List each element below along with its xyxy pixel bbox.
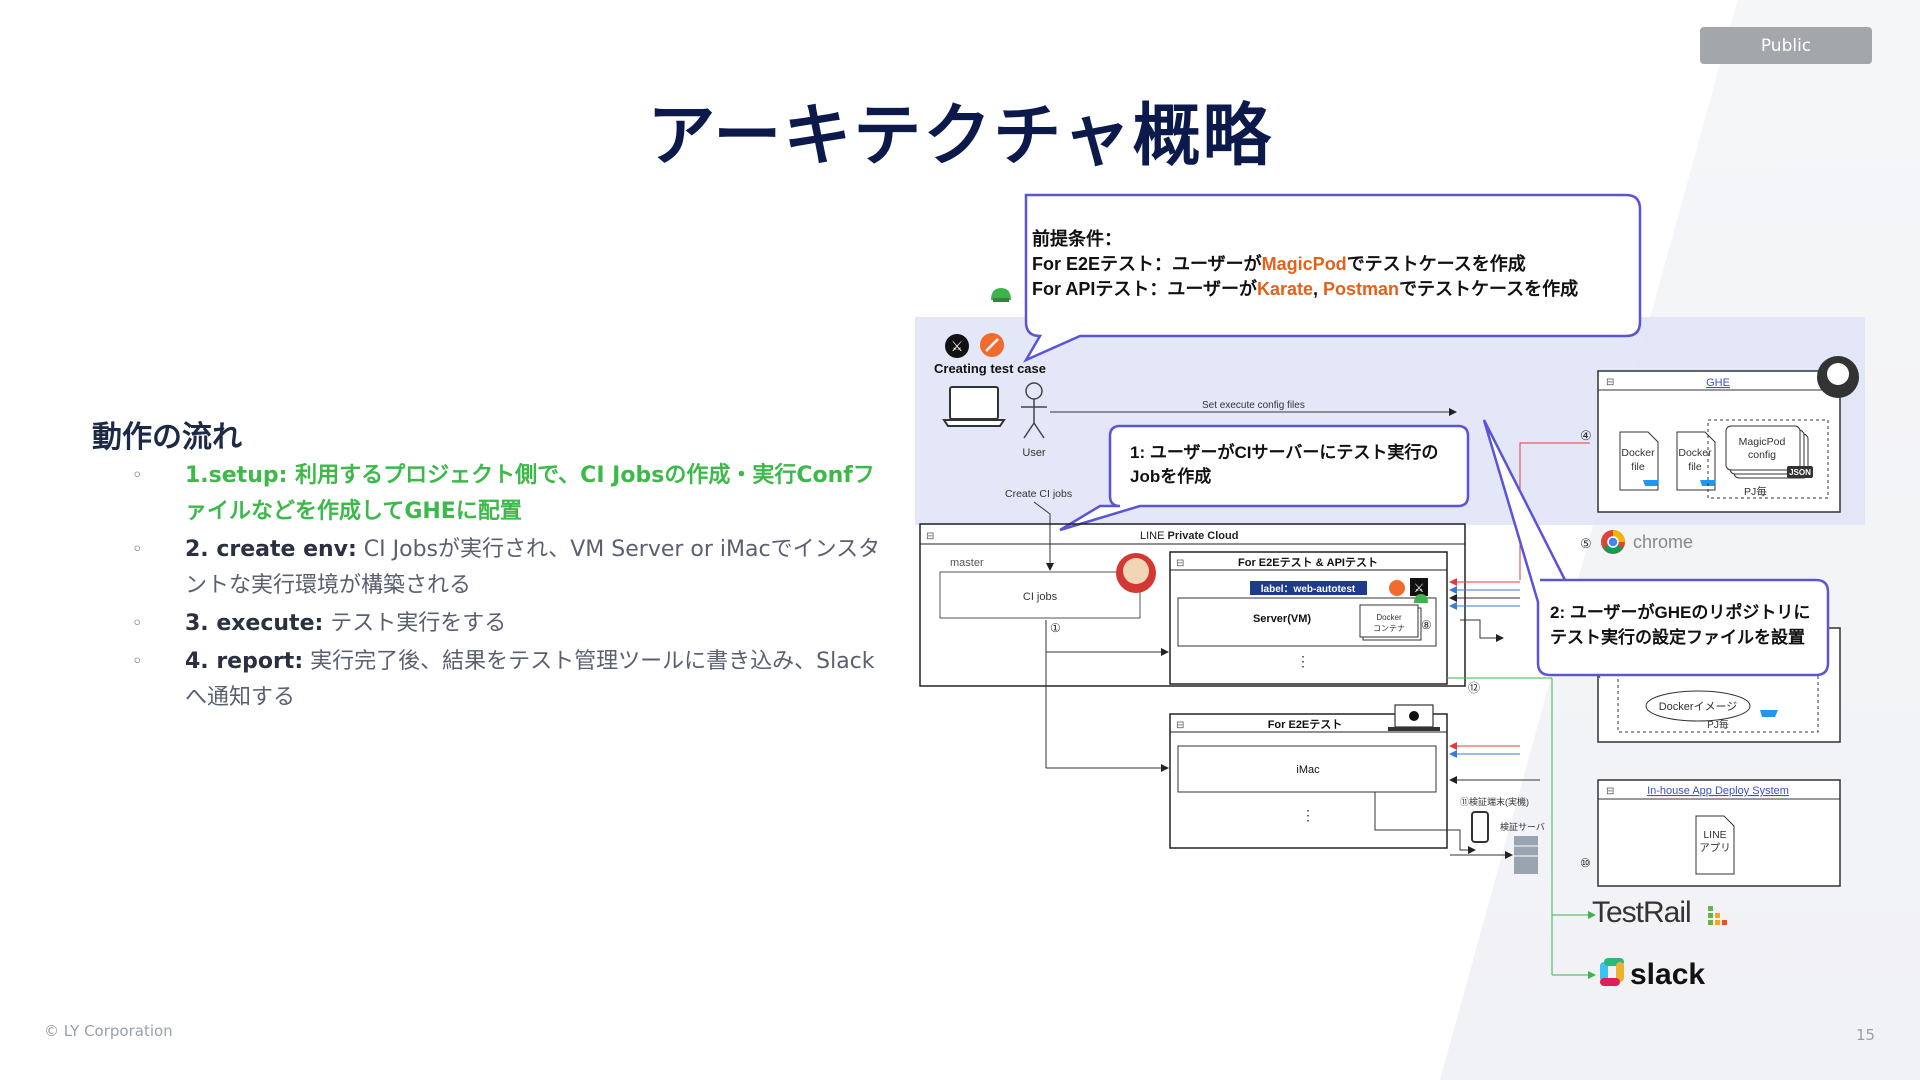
set-config-label: Set execute config files — [1202, 400, 1305, 411]
docker-image-pj: PJ毎 — [1707, 718, 1729, 731]
docker-file-1-a: Docker — [1621, 447, 1655, 459]
private-cloud-label: Private Cloud — [1168, 530, 1239, 542]
docker-file-2-b: file — [1688, 461, 1702, 473]
bullet-icon: ◦ — [132, 651, 143, 672]
callout-line-3c: , — [1313, 279, 1323, 299]
page-number: 15 — [1856, 1026, 1876, 1044]
bullet-icon: ◦ — [132, 539, 143, 560]
flow-item-text: 1.setup: 利用するプロジェクト側で、CI Jobsの作成・実行Confフ… — [185, 463, 875, 524]
docker-file-2-a: Docker — [1678, 447, 1712, 459]
chrome-icon — [1601, 530, 1625, 554]
docker-container-a: Docker — [1376, 613, 1402, 622]
callout-1-line-2: Jobを作成 — [1130, 466, 1211, 486]
magicpod-config-b: config — [1748, 449, 1776, 461]
docker-image-label: Dockerイメージ — [1659, 701, 1738, 713]
server-vm-label: Server(VM) — [1253, 613, 1311, 625]
public-badge: Public — [1700, 27, 1872, 64]
callout-line-3a: For APIテスト：ユーザーが — [1032, 278, 1257, 299]
device-label: ⑪検証端末(実機) — [1460, 796, 1529, 807]
callout-2-line-2: テスト実行の設定ファイルを設置 — [1550, 627, 1805, 647]
svg-text:⚔: ⚔ — [951, 338, 964, 354]
line-brand: LINE — [1140, 530, 1164, 542]
collapse-icon: ⊟ — [926, 531, 934, 542]
e2e-api-title: For E2Eテスト & APIテスト — [1238, 556, 1378, 569]
step-12: ⑫ — [1468, 681, 1480, 695]
flow-item-lead: 2. create env: — [185, 537, 357, 562]
callout-line-2a: For E2Eテスト：ユーザーが — [1032, 253, 1262, 274]
callout-postman: Postman — [1323, 279, 1399, 299]
architecture-diagram: 前提条件： For E2Eテスト：ユーザーがMagicPodでテストケースを作成… — [915, 193, 1865, 990]
deploy-system-box: ⊟ In-house App Deploy System LINE アプリ — [1597, 779, 1841, 887]
page-title: アーキテクチャ概略 — [647, 97, 1273, 176]
collapse-icon: ⊟ — [1176, 558, 1184, 569]
flow-heading: 動作の流れ — [92, 420, 242, 455]
ci-jobs-label: CI jobs — [1023, 591, 1058, 603]
server-icon — [1514, 836, 1538, 874]
collapse-icon: ⊟ — [1176, 720, 1184, 731]
ghe-title: GHE — [1706, 377, 1730, 389]
flow-item-lead: 3. execute: — [185, 611, 324, 636]
flow-item-lead: 4. report: — [185, 649, 304, 674]
step-1: ① — [1050, 621, 1061, 635]
ghe-pj-label: PJ毎 — [1744, 485, 1767, 498]
master-label: master — [950, 557, 984, 569]
flow-item-setup: ◦ 1.setup: 利用するプロジェクト側で、CI Jobsの作成・実行Con… — [132, 458, 892, 530]
collapse-icon: ⊟ — [1606, 786, 1614, 797]
ghe-box: ⊟ GHE Docker file Docker file MagicPod c… — [1597, 356, 1859, 513]
flow-item-execute: ◦ 3. execute: テスト実行をする — [132, 606, 892, 642]
collapse-icon: ⊟ — [1606, 377, 1614, 388]
docker-icon — [1760, 710, 1778, 717]
more-dots: ⋮ — [1301, 807, 1315, 823]
bullet-icon: ◦ — [132, 613, 143, 634]
imac-label: iMac — [1296, 764, 1320, 776]
line-app-a: LINE — [1703, 829, 1726, 841]
docker-file-1-b: file — [1631, 461, 1645, 473]
label-badge: label：web-autotest — [1261, 584, 1356, 595]
step-5: ⑤ — [1580, 536, 1592, 551]
magicpod-config-a: MagicPod — [1739, 436, 1786, 448]
svg-text:⚔: ⚔ — [1414, 581, 1425, 595]
flow-item-text: テスト実行をする — [323, 611, 507, 636]
bullet-icon: ◦ — [132, 465, 143, 486]
slack-logo: slack — [1630, 958, 1705, 990]
more-dots: ⋮ — [1296, 653, 1310, 669]
docker-container-b: コンテナ — [1373, 624, 1405, 633]
flow-item-report: ◦ 4. report: 実行完了後、結果をテスト管理ツールに書き込み、Slac… — [132, 644, 892, 716]
laptop-icon — [942, 386, 1006, 427]
user-label: User — [1022, 447, 1046, 459]
callout-line-3e: でテストケースを作成 — [1399, 278, 1578, 299]
json-badge: JSON — [1789, 468, 1811, 477]
create-jobs-label: Create CI jobs — [1005, 488, 1072, 500]
chrome-label: chrome — [1633, 532, 1693, 552]
step-10: ⑩ — [1580, 856, 1591, 870]
callout-2-line-1: 2: ユーザーがGHEのリポジトリに — [1550, 602, 1810, 622]
server-label: 検証サーバ — [1500, 821, 1545, 832]
creating-label: Creating test case — [934, 361, 1046, 376]
callout-line-1: 前提条件： — [1032, 228, 1122, 249]
callout-prerequisites: 前提条件： For E2Eテスト：ユーザーがMagicPodでテストケースを作成… — [1022, 193, 1642, 363]
testrail-logo: TestRail — [1592, 896, 1691, 929]
svg-text:For APIテスト：ユーザーがKarate, Postma: For APIテスト：ユーザーがKarate, Postmanでテストケースを作… — [1032, 278, 1578, 299]
testrail-dots-icon — [1708, 906, 1727, 925]
slack-icon — [1600, 958, 1624, 986]
callout-magicpod: MagicPod — [1262, 254, 1347, 274]
deploy-title: In-house App Deploy System — [1647, 785, 1789, 797]
postman-icon — [1389, 580, 1405, 596]
callout-karate: Karate — [1257, 279, 1313, 299]
e2e-api-box: ⊟ For E2Eテスト & APIテスト label：web-autotest… — [1169, 551, 1448, 685]
docker-icon — [1643, 480, 1659, 486]
svg-text:For E2Eテスト：ユーザーがMagicPodでテストケー: For E2Eテスト：ユーザーがMagicPodでテストケースを作成 — [1032, 253, 1526, 274]
callout-line-2c: でテストケースを作成 — [1347, 253, 1526, 274]
step-8: ⑧ — [1421, 618, 1432, 632]
line-app-b: アプリ — [1699, 842, 1731, 854]
e2e-box: ⊟ For E2Eテスト iMac ⋮ — [1169, 704, 1448, 849]
step-4: ④ — [1580, 428, 1592, 443]
flow-item-create-env: ◦ 2. create env: CI Jobsが実行され、VM Server … — [132, 532, 892, 604]
e2e-title: For E2Eテスト — [1268, 718, 1343, 731]
smartphone-icon — [1471, 811, 1489, 843]
svg-text:LINE Private Cloud: LINE Private Cloud — [1140, 530, 1238, 542]
copyright: © LY Corporation — [44, 1022, 173, 1040]
callout-1-line-1: 1: ユーザーがCIサーバーにテスト実行の — [1130, 442, 1438, 462]
flow-list: ◦ 1.setup: 利用するプロジェクト側で、CI Jobsの作成・実行Con… — [132, 458, 892, 718]
